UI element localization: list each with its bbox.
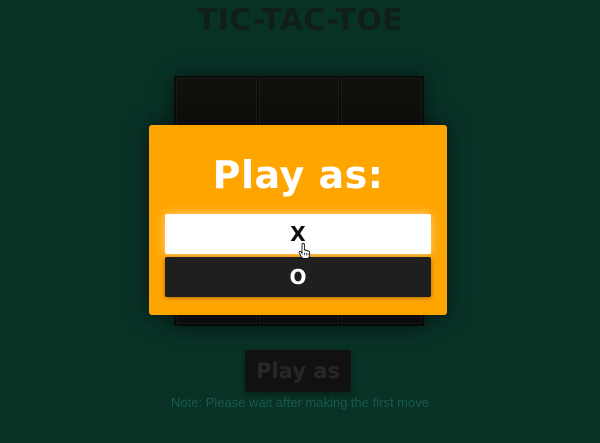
play-as-modal: Play as: X O: [149, 125, 447, 315]
modal-title: Play as:: [212, 153, 384, 197]
option-o-button[interactable]: O: [165, 257, 431, 297]
option-x-button[interactable]: X: [165, 214, 431, 254]
